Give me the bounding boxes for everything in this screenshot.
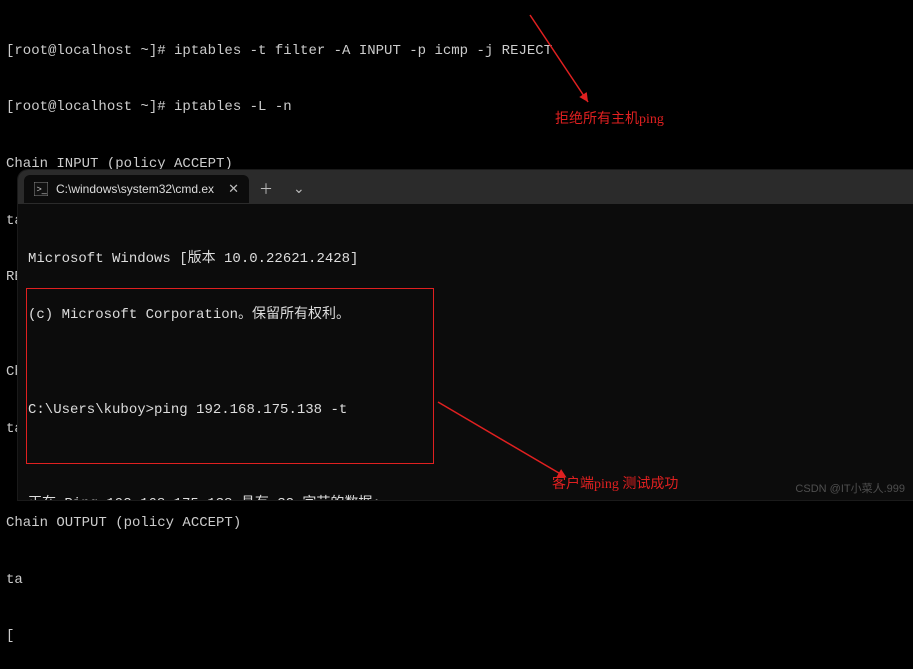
terminal-line: [ — [6, 627, 907, 646]
titlebar: >_ C:\windows\system32\cmd.ex ✕ ＋ ⌄ — [18, 170, 913, 204]
watermark: CSDN @IT小菜人.999 — [795, 480, 905, 496]
terminal-line: [root@localhost ~]# iptables -L -n — [6, 98, 907, 117]
tab-dropdown-button[interactable]: ⌄ — [283, 177, 315, 202]
cmd-output[interactable]: Microsoft Windows [版本 10.0.22621.2428] (… — [18, 204, 913, 500]
terminal-line: [root@localhost ~]# iptables -t filter -… — [6, 42, 907, 61]
close-tab-button[interactable]: ✕ — [228, 181, 239, 197]
terminal-line: Chain OUTPUT (policy ACCEPT) — [6, 514, 907, 533]
svg-text:>_: >_ — [37, 184, 48, 194]
terminal-line: ta — [6, 571, 907, 590]
new-tab-button[interactable]: ＋ — [249, 175, 283, 203]
cmd-window[interactable]: >_ C:\windows\system32\cmd.ex ✕ ＋ ⌄ Micr… — [18, 170, 913, 500]
cmd-header: Microsoft Windows [版本 10.0.22621.2428] — [28, 250, 903, 269]
cmd-header: (c) Microsoft Corporation。保留所有权利。 — [28, 306, 903, 325]
cmd-prompt-line: C:\Users\kuboy>ping 192.168.175.138 -t — [28, 401, 903, 420]
tab-cmd[interactable]: >_ C:\windows\system32\cmd.ex ✕ — [24, 175, 249, 203]
ping-title: 正在 Ping 192.168.175.138 具有 32 字节的数据: — [28, 495, 903, 500]
cmd-icon: >_ — [34, 182, 48, 196]
tab-title: C:\windows\system32\cmd.ex — [56, 182, 214, 196]
